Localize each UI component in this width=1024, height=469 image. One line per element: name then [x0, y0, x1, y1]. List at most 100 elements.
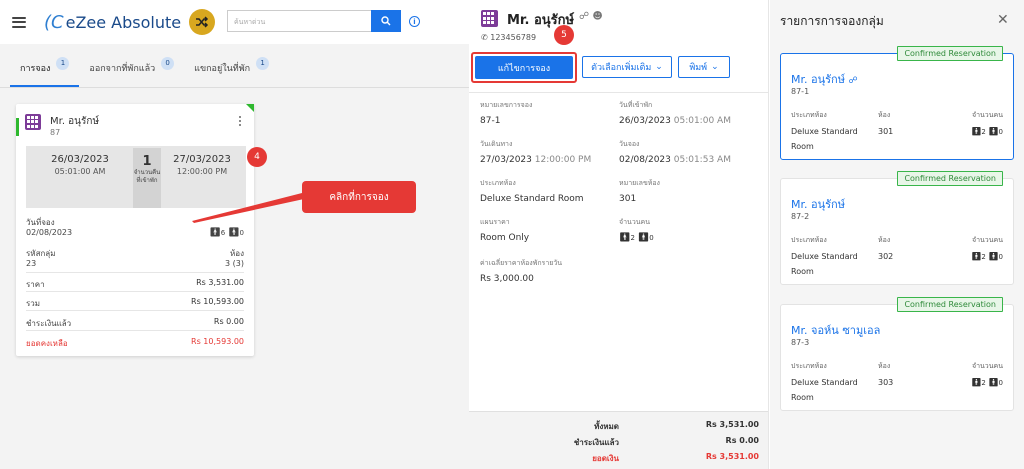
edit-reservation-highlight: แก้ไขการจอง [471, 52, 577, 83]
col-pax: จำนวนคน [971, 236, 1003, 244]
search-icon [381, 16, 391, 26]
main-app: (C eZee Absolute ค้นหาด่วน i การจอง 1 ออ… [0, 0, 469, 469]
field-pax: จำนวนคน 🚹︎2 🚹︎0 [619, 218, 654, 243]
edit-reservation-button[interactable]: แก้ไขการจอง [475, 56, 573, 79]
click-reservation-callout: คลิกที่การจอง [302, 181, 416, 213]
col-room: ห้อง [878, 362, 891, 370]
tab-checked-out[interactable]: ออกจากที่พักแล้ว 0 [79, 56, 184, 87]
child-icon: 🚹︎ [988, 378, 999, 387]
room-number: 303 [878, 378, 894, 387]
reservation-number: 87 [50, 128, 61, 137]
tab-in-house[interactable]: แขกอยู่ในที่พัก 1 [184, 56, 279, 87]
logo-mark-icon: (C [44, 11, 64, 33]
col-room-type: ประเภทห้อง [791, 111, 827, 119]
status-corner [246, 104, 254, 112]
shuffle-button[interactable] [189, 9, 215, 35]
departure: 27/03/2023 12:00:00 PM [162, 154, 242, 176]
col-room-type: ประเภทห้อง [791, 236, 827, 244]
divider [26, 330, 244, 331]
close-icon[interactable]: ✕ [997, 12, 1009, 28]
more-options-button[interactable]: ตัวเลือกเพิ่มเติม ⌄ [582, 56, 672, 78]
menu-icon[interactable] [12, 16, 26, 28]
vip-icon: ☍ [579, 11, 590, 22]
tab-label: แขกอยู่ในที่พัก [194, 64, 251, 74]
group-item[interactable]: Confirmed Reservation Mr. อนุรักษ์ ☍ 87-… [780, 46, 1014, 160]
child-icon: 🚹︎ [228, 228, 240, 238]
hotel-icon [481, 10, 498, 27]
tab-reservations[interactable]: การจอง 1 [10, 56, 80, 87]
search-input[interactable]: ค้นหาด่วน [227, 10, 371, 32]
app-logo[interactable]: (C eZee Absolute [44, 12, 181, 33]
room-number: 301 [878, 127, 894, 136]
top-bar: (C eZee Absolute ค้นหาด่วน i [0, 0, 469, 44]
adult-icon: 🚹︎ [971, 127, 982, 136]
field-checkin: วันที่เข้าพัก 26/03/2023 05:01:00 AM [619, 101, 731, 126]
room-number: 302 [878, 252, 894, 261]
guest-name: Mr. อนุรักษ์ [50, 116, 100, 127]
arrival-time: 05:01:00 AM [54, 167, 106, 176]
pax-count: 🚹︎2 🚹︎0 [971, 127, 1003, 136]
tab-label: การจอง [20, 64, 51, 74]
adult-icon: 🚹︎ [971, 378, 982, 387]
pax-count: 🚹︎6 🚹︎0 [209, 228, 244, 238]
guest-status-icons: ☍ ☻ [579, 11, 603, 22]
nights-count: 1 [142, 154, 152, 169]
child-icon: 🚹︎ [637, 233, 650, 243]
guest-icon: ☻ [592, 11, 603, 22]
arrival: 26/03/2023 05:01:00 AM [34, 154, 126, 176]
group-item-name: Mr. จอห์น ซามูเอล [791, 324, 881, 337]
logo-text: eZee Absolute [65, 12, 182, 32]
detail-footer: ทั้งหมด Rs 3,531.00 ชำระเงินแล้ว Rs 0.00… [469, 411, 768, 469]
rate-row: ราคา Rs 3,531.00 [26, 278, 244, 289]
field-booked: วันจอง 02/08/2023 05:01:53 AM [619, 140, 731, 165]
info-icon[interactable]: i [409, 16, 420, 27]
chevron-down-icon: ⌄ [655, 62, 663, 72]
panel-title: รายการการจองกลุ่ม [780, 14, 884, 28]
group-item[interactable]: Confirmed Reservation Mr. จอห์น ซามูเอล … [780, 297, 1014, 411]
room-type: Deluxe Standard Room [791, 127, 858, 151]
field-avg-rate: ค่าเฉลี่ยราคาห้องพักรายวัน Rs 3,000.00 [480, 259, 563, 284]
group-item-name: Mr. อนุรักษ์ ☍ [791, 73, 858, 86]
field-res-no: หมายเลขการจอง 87-1 [480, 101, 533, 126]
search-button[interactable] [371, 10, 401, 32]
col-room-type: ประเภทห้อง [791, 362, 827, 370]
total-row: รวม Rs 10,593.00 [26, 297, 244, 308]
tab-count-badge: 1 [256, 56, 270, 70]
pointer-arrow-icon [192, 193, 304, 223]
tab-label: ออกจากที่พักแล้ว [89, 64, 156, 74]
group-item-number: 87-2 [791, 212, 810, 221]
divider [26, 291, 244, 292]
divider [26, 310, 244, 311]
more-options-icon[interactable] [239, 116, 242, 128]
hotel-icon [25, 114, 41, 130]
arrival-date: 26/03/2023 [51, 154, 109, 165]
child-icon: 🚹︎ [988, 127, 999, 136]
tab-bar: การจอง 1 ออกจากที่พักแล้ว 0 แขกอยู่ในที่… [0, 44, 469, 88]
group-item[interactable]: Confirmed Reservation Mr. อนุรักษ์ 87-2 … [780, 171, 1014, 285]
divider [469, 92, 768, 93]
phone-icon: ✆ [481, 33, 488, 42]
pax-count: 🚹︎2 🚹︎0 [971, 252, 1003, 261]
room-type: Deluxe Standard Room [791, 252, 858, 276]
print-button[interactable]: พิมพ์ ⌄ [678, 56, 730, 78]
paid-row: ชำระเงินแล้ว Rs 0.00 [26, 317, 244, 328]
pax-count: 🚹︎2 🚹︎0 [971, 378, 1003, 387]
balance-row: ยอดคงเหลือ Rs 10,593.00 [26, 337, 244, 348]
reservation-card[interactable]: Mr. อนุรักษ์ 87 26/03/2023 05:01:00 AM 1… [16, 104, 254, 356]
booking-date: 02/08/2023 🚹︎6 🚹︎0 [26, 228, 244, 238]
status-badge: Confirmed Reservation [897, 46, 1003, 61]
col-room: ห้อง [878, 111, 891, 119]
vip-icon: ☍ [848, 76, 858, 86]
room-type: Deluxe Standard Room [791, 378, 858, 402]
field-room-type: ประเภทห้อง Deluxe Standard Room [480, 179, 584, 204]
group-code-values: 23 3 (3) [26, 259, 244, 268]
group-item-name: Mr. อนุรักษ์ [791, 198, 845, 211]
col-room: ห้อง [878, 236, 891, 244]
field-checkout: วันเดินทาง 27/03/2023 12:00:00 PM [480, 140, 592, 165]
step-4-marker: 4 [247, 147, 267, 167]
adult-icon: 🚹︎ [619, 233, 631, 243]
tab-count-badge: 0 [161, 56, 175, 70]
divider [26, 272, 244, 273]
adult-icon: 🚹︎ [209, 228, 221, 238]
status-indicator [16, 118, 19, 136]
